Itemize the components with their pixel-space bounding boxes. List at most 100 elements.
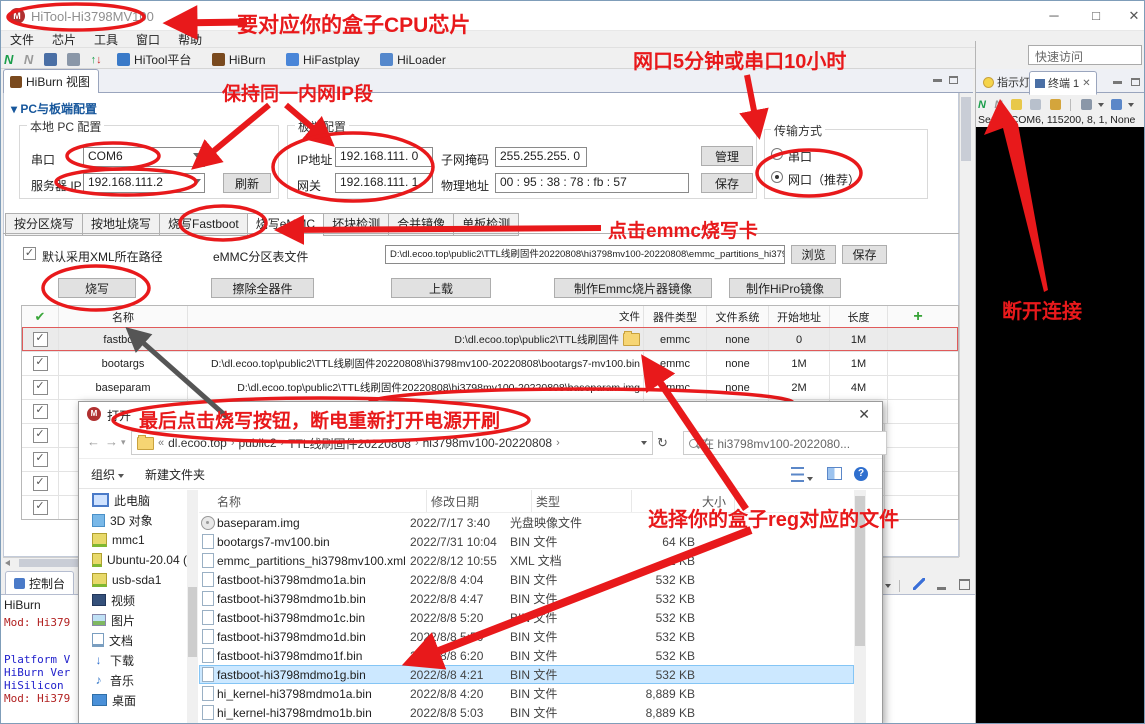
serial-port-select[interactable]: COM6 <box>83 147 205 167</box>
radio-network[interactable] <box>771 171 783 183</box>
board-save-button[interactable]: 保存 <box>701 173 753 193</box>
terminal-settings-icon[interactable] <box>1011 99 1022 110</box>
sidebar-item[interactable]: ↓ 下载 <box>81 650 187 670</box>
tab-hiburn-view[interactable]: HiBurn 视图 <box>3 69 99 93</box>
lock-icon[interactable] <box>1050 99 1061 110</box>
sidebar-item[interactable]: 图片 <box>81 610 187 630</box>
file-row[interactable]: fastboot-hi3798mdmo1d.bin 2022/8/8 5:50 … <box>199 627 854 646</box>
row-checkbox[interactable]: ✓ <box>22 328 59 351</box>
subnet-mask-input[interactable]: 255.255.255. 0 <box>495 147 587 167</box>
row-checkbox[interactable]: ✓ <box>22 424 59 447</box>
file-row[interactable]: fastboot-hi3798mdmo1f.bin 2022/8/8 6:20 … <box>199 646 854 665</box>
close-button[interactable]: ✕ <box>1119 7 1145 25</box>
chevron-down-icon[interactable] <box>1128 103 1134 107</box>
col-date[interactable]: 修改日期 <box>427 490 532 512</box>
view-maximize-icon[interactable] <box>949 76 958 84</box>
console-minimize-icon[interactable] <box>937 587 946 590</box>
view-mode-icon[interactable] <box>791 467 813 485</box>
sidebar-scroll-thumb[interactable] <box>188 587 197 657</box>
organize-menu[interactable]: 组织 <box>91 466 124 483</box>
file-row[interactable]: fastboot-hi3798mdmo1b.bin 2022/8/8 4:47 … <box>199 589 854 608</box>
toolbar-app-hitool[interactable]: HiTool平台 <box>117 51 191 68</box>
file-browse-icon[interactable] <box>623 333 640 346</box>
breadcrumb-item[interactable]: public2 <box>239 436 277 450</box>
upload-button[interactable]: 上载 <box>391 278 491 298</box>
terminal-maximize-icon[interactable] <box>1131 78 1140 86</box>
clear-console-icon[interactable] <box>913 578 925 590</box>
sidebar-item[interactable]: ♪ 音乐 <box>81 670 187 690</box>
server-ip-select[interactable]: 192.168.111.2 <box>83 173 205 193</box>
close-tab-icon[interactable]: ✕ <box>1082 78 1090 89</box>
radio-serial[interactable] <box>771 148 783 160</box>
gateway-input[interactable]: 192.168.111. 1 <box>335 173 433 193</box>
panel-vertical-scrollbar[interactable] <box>959 93 973 557</box>
panel-vscroll-thumb[interactable] <box>961 97 971 161</box>
scroll-left-icon[interactable] <box>5 560 10 566</box>
breadcrumb-dropdown-icon[interactable] <box>641 441 647 445</box>
menu-item[interactable]: 窗口 <box>136 31 160 48</box>
new-terminal-icon[interactable] <box>1111 99 1122 110</box>
breadcrumb-item[interactable]: TTL线刷固件20220808 <box>288 435 411 452</box>
sidebar-item[interactable]: 桌面 <box>81 690 187 710</box>
console-maximize-icon[interactable] <box>959 579 970 590</box>
col-devtype[interactable]: 器件类型 <box>644 306 707 327</box>
table-row[interactable]: ✓ fastboot D:\dl.ecoo.top\public2\TTL线刷固… <box>22 327 958 351</box>
sidebar-item[interactable]: 文档 <box>81 630 187 650</box>
xml-save-button[interactable]: 保存 <box>842 245 887 264</box>
help-icon[interactable]: ? <box>854 465 868 481</box>
sidebar-item[interactable]: 3D 对象 <box>81 510 187 530</box>
breadcrumb[interactable]: « dl.ecoo.top›public2›TTL线刷固件20220808›hi… <box>131 431 653 455</box>
minimize-button[interactable]: ─ <box>1039 7 1069 25</box>
forward-icon[interactable]: → <box>105 434 118 449</box>
new-folder-button[interactable]: 新建文件夹 <box>145 466 205 483</box>
file-row[interactable]: hi_kernel-hi3798mdmo1b.bin 2022/8/8 5:03… <box>199 703 854 722</box>
file-row[interactable]: emmc_partitions_hi3798mv100.xml 2022/8/1… <box>199 551 854 570</box>
sidebar-item[interactable]: mmc1 <box>81 530 187 550</box>
config-icon[interactable] <box>67 53 80 66</box>
xml-path-checkbox[interactable]: ✓ <box>23 247 36 260</box>
burn-icon[interactable] <box>44 53 57 66</box>
terminal-connect-icon[interactable]: N <box>978 99 986 111</box>
menu-item[interactable]: 工具 <box>94 31 118 48</box>
tab-console[interactable]: 控制台 <box>5 571 74 594</box>
check-all-icon[interactable]: ✔ <box>22 306 59 327</box>
row-checkbox[interactable]: ✓ <box>22 352 59 375</box>
burn-button[interactable]: 烧写 <box>58 278 136 298</box>
toolbar-app-hiburn[interactable]: HiBurn <box>212 53 266 67</box>
toolbar-app-hifastplay[interactable]: HiFastplay <box>286 53 360 67</box>
refresh-button[interactable]: 刷新 <box>223 173 271 193</box>
col-filename[interactable]: 名称 <box>199 490 427 512</box>
menu-item[interactable]: 文件 <box>10 31 34 48</box>
menu-item[interactable]: 芯片 <box>52 31 76 48</box>
breadcrumb-item[interactable]: dl.ecoo.top <box>168 436 227 450</box>
sidebar-item[interactable]: 视频 <box>81 590 187 610</box>
terminal-disconnect-icon[interactable]: N <box>994 99 1002 111</box>
search-input[interactable]: 在 hi3798mv100-2022080... <box>683 431 887 455</box>
connect-icon[interactable]: N <box>4 52 13 67</box>
quick-access-input[interactable]: 快速访问 <box>1028 45 1142 65</box>
row-checkbox[interactable]: ✓ <box>22 448 59 471</box>
plug-icon[interactable] <box>1081 99 1092 110</box>
add-row-button[interactable]: + <box>888 306 948 327</box>
file-row[interactable]: fastboot-hi3798mdmo1g.bin 2022/8/8 4:21 … <box>199 665 854 684</box>
file-row[interactable]: fastboot-hi3798mdmo1a.bin 2022/8/8 4:04 … <box>199 570 854 589</box>
make-emmc-image-button[interactable]: 制作Emmc烧片器镜像 <box>554 278 712 298</box>
row-checkbox[interactable]: ✓ <box>22 496 59 519</box>
browse-button[interactable]: 浏览 <box>791 245 836 264</box>
file-row[interactable]: bootargs7-mv100.bin 2022/7/31 10:04 BIN … <box>199 532 854 551</box>
section-pc-board-config[interactable]: ▾ PC与板端配置 <box>11 100 97 117</box>
col-start[interactable]: 开始地址 <box>769 306 830 327</box>
sidebar-item[interactable]: Ubuntu-20.04 ( <box>81 550 187 570</box>
view-minimize-icon[interactable] <box>933 79 942 82</box>
terminal-screen[interactable] <box>976 127 1145 724</box>
row-checkbox[interactable]: ✓ <box>22 376 59 399</box>
breadcrumb-item[interactable]: hi3798mv100-20220808 <box>423 436 552 450</box>
col-file[interactable]: 文件 <box>188 306 644 327</box>
sidebar-item[interactable]: usb-sda1 <box>81 570 187 590</box>
row-checkbox[interactable]: ✓ <box>22 472 59 495</box>
partition-table-path-input[interactable]: D:\dl.ecoo.top\public2\TTL线刷固件20220808\h… <box>385 245 785 264</box>
col-type[interactable]: 类型 <box>532 490 632 512</box>
terminal-minimize-icon[interactable] <box>1113 81 1122 84</box>
table-row[interactable]: ✓ bootargs D:\dl.ecoo.top\public2\TTL线刷固… <box>22 351 958 375</box>
col-fs[interactable]: 文件系统 <box>707 306 769 327</box>
